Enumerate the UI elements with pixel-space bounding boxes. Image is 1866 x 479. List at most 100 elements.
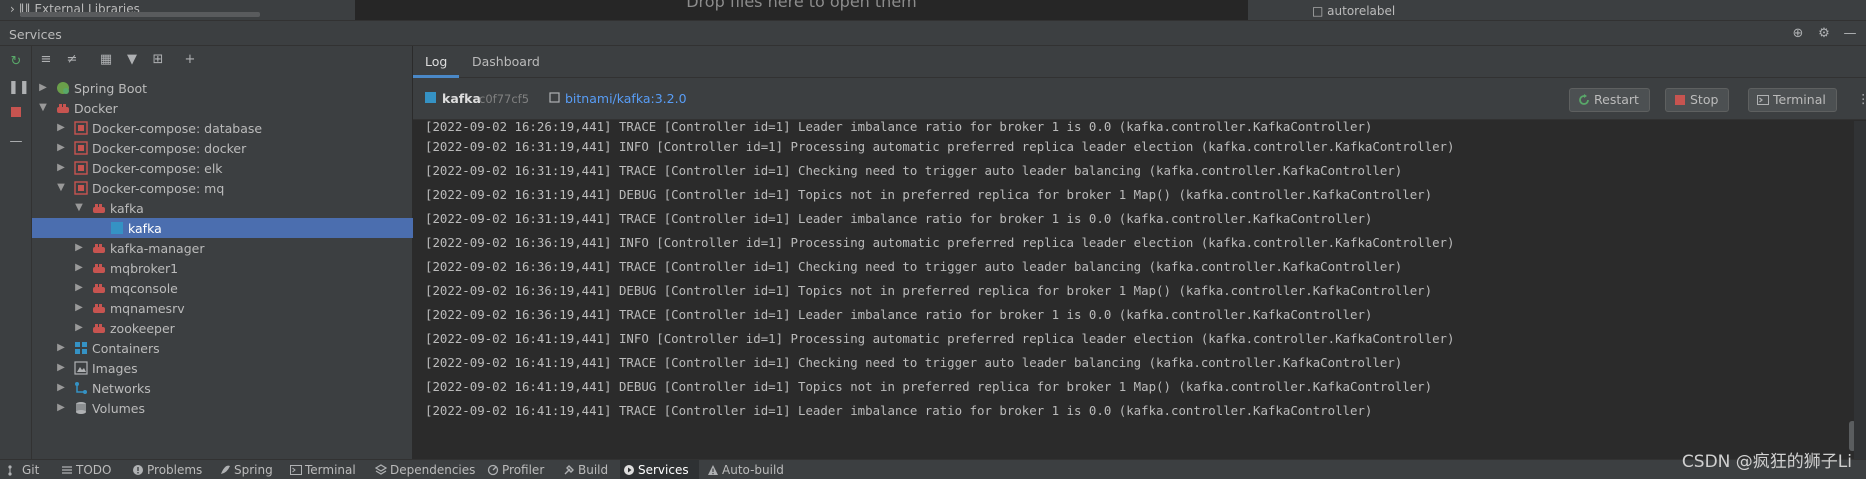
expand-arrow-icon[interactable]: ▶ xyxy=(56,141,66,155)
more-options-icon[interactable]: ⋮ xyxy=(1857,78,1866,120)
compose-icon xyxy=(74,121,88,135)
expand-arrow-icon[interactable]: ▶ xyxy=(38,81,48,95)
images-icon xyxy=(74,361,88,375)
expand-arrow-icon[interactable]: ▶ xyxy=(56,341,66,355)
status-label: Git xyxy=(22,463,40,477)
globe-icon[interactable]: ⊕ xyxy=(1790,26,1806,42)
tree-item-mqbroker1[interactable]: ▶ mqbroker1 xyxy=(32,258,413,278)
horizontal-scrollbar[interactable] xyxy=(20,12,260,17)
service-icon xyxy=(92,261,106,275)
terminal-button[interactable]: Terminal xyxy=(1748,88,1837,112)
status-problems[interactable]: Problems xyxy=(129,460,202,479)
log-line: [2022-09-02 16:31:19,441] INFO [Controll… xyxy=(425,139,1455,154)
tab-dashboard[interactable]: Dashboard xyxy=(460,46,552,78)
expand-arrow-icon[interactable]: ▶ xyxy=(56,361,66,375)
tree-item-compose-elk[interactable]: ▶ Docker-compose: elk xyxy=(32,158,413,178)
tree-item-label: Images xyxy=(92,361,138,376)
todo-icon xyxy=(62,466,72,474)
status-dependencies[interactable]: Dependencies xyxy=(372,460,475,479)
tree-item-label: Containers xyxy=(92,341,160,356)
status-build[interactable]: Build xyxy=(560,460,608,479)
drop-files-hint: Drop files here to open them xyxy=(686,0,917,11)
tab-log[interactable]: Log xyxy=(413,46,460,78)
expand-arrow-icon[interactable]: ▶ xyxy=(74,281,84,295)
restart-button[interactable]: Restart xyxy=(1569,88,1650,112)
tree-item-label: Networks xyxy=(92,381,151,396)
editor-drop-area: Drop files here to open them xyxy=(355,0,1248,20)
tree-item-containers[interactable]: ▶ Containers xyxy=(32,338,413,358)
log-line: [2022-09-02 16:26:19,441] TRACE [Control… xyxy=(425,121,1373,134)
log-line: [2022-09-02 16:31:19,441] TRACE [Control… xyxy=(425,163,1403,178)
tree-item-compose-docker[interactable]: ▶ Docker-compose: docker xyxy=(32,138,413,158)
log-line: [2022-09-02 16:31:19,441] DEBUG [Control… xyxy=(425,187,1433,202)
tree-item-compose-mq[interactable]: ▼ Docker-compose: mq xyxy=(32,178,413,198)
add-service-icon[interactable]: + xyxy=(182,52,198,68)
expand-arrow-icon[interactable]: ▶ xyxy=(74,321,84,335)
status-spring[interactable]: Spring xyxy=(216,460,273,479)
stop-icon xyxy=(1675,95,1685,105)
filter-icon[interactable]: ▼ xyxy=(124,52,140,68)
tree-item-label: Docker-compose: mq xyxy=(92,181,225,196)
status-terminal[interactable]: Terminal xyxy=(287,460,356,479)
service-icon xyxy=(92,281,106,295)
status-label: Terminal xyxy=(305,463,356,477)
pause-icon[interactable]: ❚❚ xyxy=(8,80,30,96)
tree-item-label: Spring Boot xyxy=(74,81,148,96)
problems-icon xyxy=(133,465,143,475)
service-icon xyxy=(92,201,106,215)
tree-item-compose-database[interactable]: ▶ Docker-compose: database xyxy=(32,118,413,138)
stop-button[interactable]: Stop xyxy=(1665,88,1730,112)
minimize-icon[interactable]: — xyxy=(1842,26,1858,42)
status-todo[interactable]: TODO xyxy=(58,460,111,479)
status-auto-build[interactable]: Auto-build xyxy=(704,460,784,479)
log-line: [2022-09-02 16:41:19,441] TRACE [Control… xyxy=(425,355,1403,370)
status-services[interactable]: Services xyxy=(620,460,699,479)
expand-arrow-icon[interactable]: ▶ xyxy=(56,401,66,415)
expand-arrow-icon[interactable]: ▶ xyxy=(56,381,66,395)
project-tree-remnant: › ‖‖ External Libraries xyxy=(0,0,355,20)
status-label: Build xyxy=(578,463,609,477)
tree-item-container-kafka[interactable]: kafka xyxy=(32,218,413,238)
group-by-icon[interactable]: ▦ xyxy=(98,52,114,68)
log-output[interactable]: [2022-09-02 16:26:19,441] TRACE [Control… xyxy=(413,121,1866,459)
autorelabel-item[interactable]: □ autorelabel xyxy=(1312,4,1395,18)
tree-item-kafka-manager[interactable]: ▶ kafka-manager xyxy=(32,238,413,258)
expand-arrow-icon[interactable]: ▶ xyxy=(56,161,66,175)
profiler-icon xyxy=(487,464,499,476)
collapse-arrow-icon[interactable]: ▼ xyxy=(74,201,84,215)
volumes-icon xyxy=(74,401,88,415)
services-icon xyxy=(624,465,634,475)
new-tab-icon[interactable]: ⊞ xyxy=(150,52,166,68)
status-git[interactable]: Git xyxy=(4,460,39,479)
tree-item-spring-boot[interactable]: ▶ Spring Boot xyxy=(32,78,413,98)
status-profiler[interactable]: Profiler xyxy=(484,460,544,479)
rerun-icon[interactable]: ↻ xyxy=(8,54,24,70)
tree-item-zookeeper[interactable]: ▶ zookeeper xyxy=(32,318,413,338)
expand-arrow-icon[interactable]: ▶ xyxy=(74,261,84,275)
docker-icon xyxy=(56,101,70,115)
tree-item-networks[interactable]: ▶ Networks xyxy=(32,378,413,398)
collapse-icon[interactable]: — xyxy=(8,134,24,150)
containers-icon xyxy=(74,341,88,355)
tree-item-docker[interactable]: ▼ Docker xyxy=(32,98,413,118)
log-line: [2022-09-02 16:36:19,441] DEBUG [Control… xyxy=(425,283,1433,298)
expand-all-icon[interactable]: ≡ xyxy=(38,52,54,68)
tree-toolbar: ≡ ≠ ▦ ▼ ⊞ + xyxy=(32,46,413,74)
expand-arrow-icon[interactable]: ▶ xyxy=(56,121,66,135)
tree-item-mqconsole[interactable]: ▶ mqconsole xyxy=(32,278,413,298)
log-side-gutter xyxy=(1854,121,1866,459)
expand-arrow-icon[interactable]: ▶ xyxy=(74,301,84,315)
collapse-arrow-icon[interactable]: ▼ xyxy=(56,181,66,195)
stop-icon[interactable] xyxy=(8,106,24,122)
tree-item-mqnamesrv[interactable]: ▶ mqnamesrv xyxy=(32,298,413,318)
collapse-all-icon[interactable]: ≠ xyxy=(64,52,80,68)
tree-item-service-kafka[interactable]: ▼ kafka xyxy=(32,198,413,218)
tree-item-label: kafka xyxy=(128,221,162,236)
tree-item-images[interactable]: ▶ Images xyxy=(32,358,413,378)
compose-icon xyxy=(74,181,88,195)
image-link[interactable]: bitnami/kafka:3.2.0 xyxy=(565,78,687,120)
tree-item-volumes[interactable]: ▶ Volumes xyxy=(32,398,413,418)
expand-arrow-icon[interactable]: ▶ xyxy=(74,241,84,255)
collapse-arrow-icon[interactable]: ▼ xyxy=(38,101,48,115)
gear-icon[interactable]: ⚙ xyxy=(1816,26,1832,42)
